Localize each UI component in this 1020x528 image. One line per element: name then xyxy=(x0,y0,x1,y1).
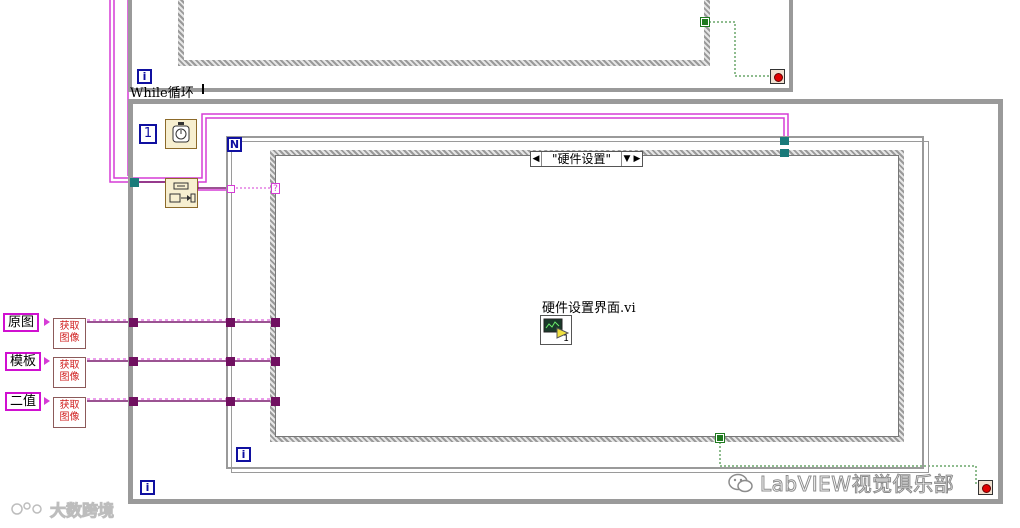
brand-watermark: 大数跨境 xyxy=(10,497,115,521)
while-tunnel-template xyxy=(129,357,138,366)
increment-arrow-icon[interactable]: ▶ xyxy=(632,152,642,166)
case-selector[interactable]: ◀ "硬件设置" ▼ ▶ xyxy=(530,151,643,167)
for-loop-count-terminal: N xyxy=(227,137,242,152)
case-top-tunnel xyxy=(780,149,789,157)
label-cursor xyxy=(202,84,204,94)
case-bottom-tunnel xyxy=(715,433,725,443)
numeric-constant[interactable]: 1 xyxy=(139,124,157,144)
case-tunnel-template xyxy=(271,357,280,366)
hardware-settings-subvi[interactable]: 1 xyxy=(540,315,572,345)
for-loop-input-tunnel xyxy=(227,185,235,193)
upper-stop-terminal xyxy=(770,69,785,84)
get-image-function-binary[interactable]: 获取 图像 xyxy=(53,397,86,428)
for-tunnel-binary xyxy=(226,397,235,406)
for-loop-iteration-terminal: i xyxy=(236,447,251,462)
wechat-icon xyxy=(728,473,753,492)
control-original-image[interactable]: 原图 xyxy=(3,313,40,332)
watermark-text-left: 大数跨境 xyxy=(49,501,115,521)
queue-tunnel xyxy=(130,178,139,187)
decrement-arrow-icon[interactable]: ◀ xyxy=(531,152,541,166)
while-stop-terminal xyxy=(978,480,993,495)
queue-icon xyxy=(169,182,196,203)
control-binary-image[interactable]: 二值 xyxy=(5,392,42,411)
subvi-label: 硬件设置界面.vi xyxy=(542,301,636,316)
while-loop-label: While循环 xyxy=(130,86,194,101)
dropdown-arrow-icon[interactable]: ▼ xyxy=(622,152,632,166)
upper-case-structure xyxy=(178,0,710,66)
wechat-watermark: LabVIEW视觉俱乐部 xyxy=(728,468,954,497)
case-structure xyxy=(270,150,904,442)
while-top-tunnel xyxy=(780,137,789,145)
case-selector-terminal: ? xyxy=(271,183,280,194)
while-tunnel-original xyxy=(129,318,138,327)
while-tunnel-binary xyxy=(129,397,138,406)
brand-logo-icon xyxy=(11,502,42,515)
case-tunnel-binary xyxy=(271,397,280,406)
watermark-text-right: LabVIEW视觉俱乐部 xyxy=(759,472,955,497)
control-arrows xyxy=(44,318,50,405)
for-tunnel-original xyxy=(226,318,235,327)
case-selector-label: "硬件设置" xyxy=(541,152,622,166)
control-template-image[interactable]: 模板 xyxy=(5,352,42,371)
dequeue-element-function[interactable] xyxy=(165,178,198,208)
upper-case-tunnel xyxy=(700,17,710,27)
wait-timer-function[interactable] xyxy=(165,119,197,149)
case-tunnel-original xyxy=(271,318,280,327)
while-iteration-terminal: i xyxy=(140,480,155,495)
get-image-function-template[interactable]: 获取 图像 xyxy=(53,357,86,388)
get-image-function-original[interactable]: 获取 图像 xyxy=(53,318,86,349)
stopwatch-icon xyxy=(172,122,190,143)
subvi-terminal-number: 1 xyxy=(563,334,569,344)
for-tunnel-template xyxy=(226,357,235,366)
